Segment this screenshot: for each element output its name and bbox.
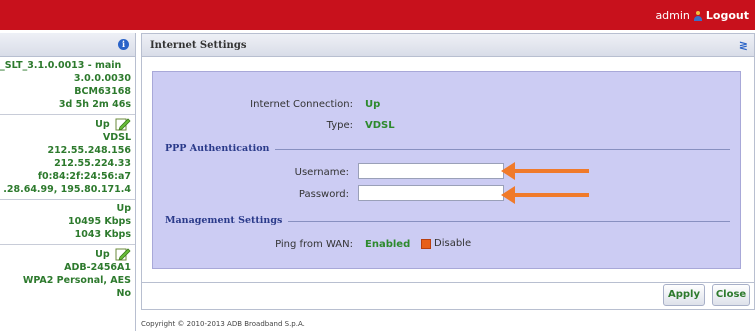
- password-pointer-arrow: [501, 186, 589, 204]
- management-section-title: Management Settings: [165, 215, 289, 226]
- password-input[interactable]: [358, 185, 504, 201]
- upstream-rate: 1043 Kbps: [74, 229, 131, 240]
- uptime: 3d 5h 2m 46s: [58, 99, 131, 110]
- panel-title: Internet Settings: [150, 40, 247, 51]
- wan-ip: 212.55.248.156: [47, 145, 131, 156]
- user-icon: [693, 10, 702, 21]
- panel-header: Internet Settings ≷: [141, 33, 755, 57]
- ppp-authentication-section: PPP Authentication: [165, 143, 730, 155]
- wan-mac: f0:84:2f:24:56:a7: [37, 171, 131, 182]
- ping-from-wan-value: Enabled: [365, 239, 411, 250]
- username-input[interactable]: [358, 163, 504, 179]
- status-sidebar: i _SLT_3.1.0.0013 - main 3.0.0.0030 BCM6…: [0, 33, 136, 331]
- wifi-status-line: Up: [0, 247, 131, 261]
- wifi-security: WPA2 Personal, AES: [22, 275, 131, 286]
- ping-from-wan-label: Ping from WAN:: [275, 239, 353, 250]
- apply-button[interactable]: Apply: [663, 284, 705, 306]
- logout-link[interactable]: Logout: [706, 9, 749, 22]
- wifi-extra: No: [116, 288, 131, 299]
- user-area: admin Logout: [655, 9, 749, 22]
- edit-icon[interactable]: [115, 247, 131, 261]
- ppp-section-title: PPP Authentication: [165, 143, 276, 154]
- edit-icon[interactable]: [115, 117, 131, 131]
- dsl-info-group: Up 10495 Kbps 1043 Kbps: [0, 200, 135, 245]
- management-settings-section: Management Settings: [165, 215, 730, 227]
- close-button[interactable]: Close: [712, 284, 750, 306]
- panel-footer: Apply Close: [141, 282, 755, 310]
- device-info-group: _SLT_3.1.0.0013 - main 3.0.0.0030 BCM631…: [0, 57, 135, 115]
- username-label: Username:: [294, 167, 349, 178]
- disable-label: Disable: [434, 238, 472, 249]
- wan-dns: .28.64.99, 195.80.171.4: [3, 184, 131, 195]
- wan-gateway: 212.55.224.33: [54, 158, 131, 169]
- sidebar-header: i: [0, 33, 135, 57]
- settings-form: Internet Connection: Up Type: VDSL PPP A…: [152, 71, 741, 269]
- wifi-info-group: Up ADB-2456A1 WPA2 Personal, AES No: [0, 245, 135, 303]
- ping-disable-button[interactable]: Disable: [421, 238, 471, 249]
- username-label: admin: [655, 9, 690, 22]
- type-label: Type:: [326, 120, 353, 131]
- internet-connection-value: Up: [365, 99, 381, 110]
- internet-settings-panel: Internet Settings ≷ Internet Connection:…: [141, 33, 755, 331]
- help-icon[interactable]: ≷: [739, 39, 748, 52]
- top-bar: admin Logout: [0, 0, 755, 30]
- password-label: Password:: [298, 189, 349, 200]
- firmware-version: _SLT_3.1.0.0013 - main: [0, 60, 122, 71]
- downstream-rate: 10495 Kbps: [68, 216, 131, 227]
- wan-status: Up: [95, 118, 110, 130]
- boot-version: 3.0.0.0030: [73, 73, 131, 84]
- disable-icon: [421, 238, 431, 249]
- info-icon[interactable]: i: [118, 39, 129, 50]
- type-value: VDSL: [365, 120, 395, 131]
- username-pointer-arrow: [501, 162, 589, 180]
- panel-body: Internet Connection: Up Type: VDSL PPP A…: [141, 57, 755, 282]
- wifi-status: Up: [95, 248, 110, 260]
- wan-type: VDSL: [102, 132, 131, 143]
- internet-connection-label: Internet Connection:: [250, 99, 353, 110]
- wifi-ssid: ADB-2456A1: [64, 262, 131, 273]
- chipset: BCM63168: [74, 86, 131, 97]
- wan-info-group: Up VDSL 212.55.248.156 212.55.224.33 f0:…: [0, 115, 135, 200]
- dsl-status: Up: [116, 203, 131, 214]
- copyright-text: Copyright © 2010-2013 ADB Broadband S.p.…: [141, 320, 305, 328]
- wan-status-line: Up: [0, 117, 131, 131]
